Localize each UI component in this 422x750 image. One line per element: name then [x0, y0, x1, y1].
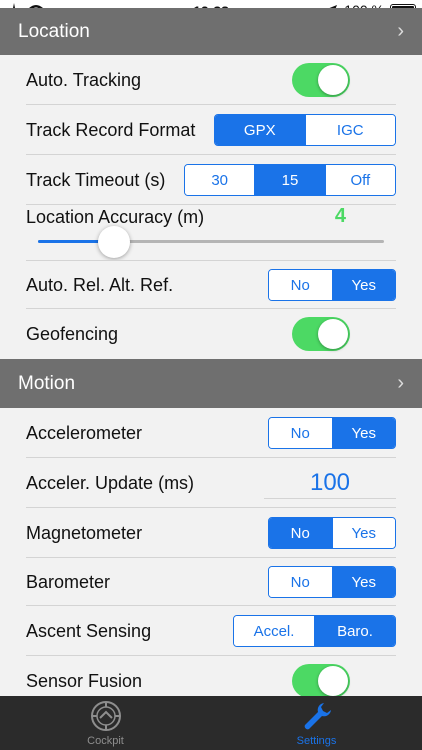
tab-cockpit[interactable]: Cockpit	[0, 696, 211, 750]
accelerometer-segmented: No Yes	[268, 417, 396, 449]
chevron-right-icon: ›	[397, 20, 404, 42]
acceler-update-label: Acceler. Update (ms)	[26, 472, 195, 493]
accelerometer-label: Accelerometer	[26, 422, 143, 443]
track-format-igc[interactable]: IGC	[304, 115, 395, 145]
magnetometer-segmented: No Yes	[268, 517, 396, 549]
section-title-location: Location	[18, 20, 90, 42]
section-header-location[interactable]: Location ›	[0, 8, 422, 55]
wrench-icon	[300, 699, 334, 733]
track-record-format-segmented: GPX IGC	[214, 114, 396, 146]
ascent-sensing-baro[interactable]: Baro.	[314, 616, 395, 646]
accelerometer-yes[interactable]: Yes	[331, 418, 395, 448]
toggle-knob	[318, 666, 348, 696]
auto-tracking-label: Auto. Tracking	[26, 69, 142, 90]
auto-tracking-toggle[interactable]	[292, 63, 350, 97]
track-timeout-segmented: 30 15 Off	[184, 164, 396, 196]
row-acceler-update: Acceler. Update (ms) 100	[0, 458, 422, 508]
magnetometer-label: Magnetometer	[26, 522, 143, 543]
geofencing-toggle[interactable]	[292, 317, 350, 351]
row-track-record-format: Track Record Format GPX IGC	[0, 105, 422, 155]
chevron-right-icon: ›	[397, 372, 404, 394]
barometer-yes[interactable]: Yes	[331, 567, 395, 597]
auto-rel-alt-ref-no[interactable]: No	[269, 270, 332, 300]
acceler-update-input[interactable]: 100	[264, 467, 396, 499]
toggle-knob	[318, 319, 348, 349]
row-track-timeout: Track Timeout (s) 30 15 Off	[0, 155, 422, 205]
tab-settings-label: Settings	[296, 735, 337, 747]
magnetometer-yes[interactable]: Yes	[331, 518, 395, 548]
location-accuracy-slider[interactable]	[38, 240, 384, 243]
tab-bar: Cockpit Settings	[0, 696, 422, 750]
location-accuracy-value: 4	[334, 205, 346, 227]
track-format-gpx[interactable]: GPX	[215, 115, 305, 145]
ascent-sensing-accel[interactable]: Accel.	[234, 616, 314, 646]
location-accuracy-label: Location Accuracy (m)	[26, 207, 205, 227]
barometer-segmented: No Yes	[268, 566, 396, 598]
ascent-sensing-label: Ascent Sensing	[26, 620, 152, 641]
row-barometer: Barometer No Yes	[0, 558, 422, 606]
auto-rel-alt-ref-label: Auto. Rel. Alt. Ref.	[26, 274, 174, 295]
geofencing-label: Geofencing	[26, 323, 119, 344]
section-header-motion[interactable]: Motion ›	[0, 359, 422, 408]
tab-settings[interactable]: Settings	[211, 696, 422, 750]
accelerometer-no[interactable]: No	[269, 418, 332, 448]
toggle-knob	[318, 65, 348, 95]
barometer-no[interactable]: No	[269, 567, 332, 597]
track-timeout-30[interactable]: 30	[185, 165, 255, 195]
row-auto-rel-alt-ref: Auto. Rel. Alt. Ref. No Yes	[0, 261, 422, 309]
track-timeout-15[interactable]: 15	[254, 165, 325, 195]
auto-rel-alt-ref-yes[interactable]: Yes	[331, 270, 395, 300]
row-ascent-sensing: Ascent Sensing Accel. Baro.	[0, 606, 422, 656]
row-geofencing: Geofencing	[0, 309, 422, 359]
row-accelerometer: Accelerometer No Yes	[0, 408, 422, 458]
ascent-sensing-segmented: Accel. Baro.	[233, 615, 396, 647]
section-title-motion: Motion	[18, 372, 76, 394]
slider-thumb[interactable]	[98, 226, 131, 258]
barometer-label: Barometer	[26, 571, 111, 592]
tab-cockpit-label: Cockpit	[87, 735, 124, 747]
auto-rel-alt-ref-segmented: No Yes	[268, 269, 396, 301]
sensor-fusion-label: Sensor Fusion	[26, 670, 143, 691]
track-record-format-label: Track Record Format	[26, 119, 196, 140]
row-location-accuracy: Location Accuracy (m) 4	[0, 205, 422, 261]
magnetometer-no[interactable]: No	[269, 518, 332, 548]
track-timeout-label: Track Timeout (s)	[26, 169, 166, 190]
row-magnetometer: Magnetometer No Yes	[0, 508, 422, 558]
sensor-fusion-toggle[interactable]	[292, 664, 350, 698]
cockpit-icon	[89, 699, 123, 733]
row-auto-tracking: Auto. Tracking	[0, 55, 422, 105]
track-timeout-off[interactable]: Off	[324, 165, 395, 195]
